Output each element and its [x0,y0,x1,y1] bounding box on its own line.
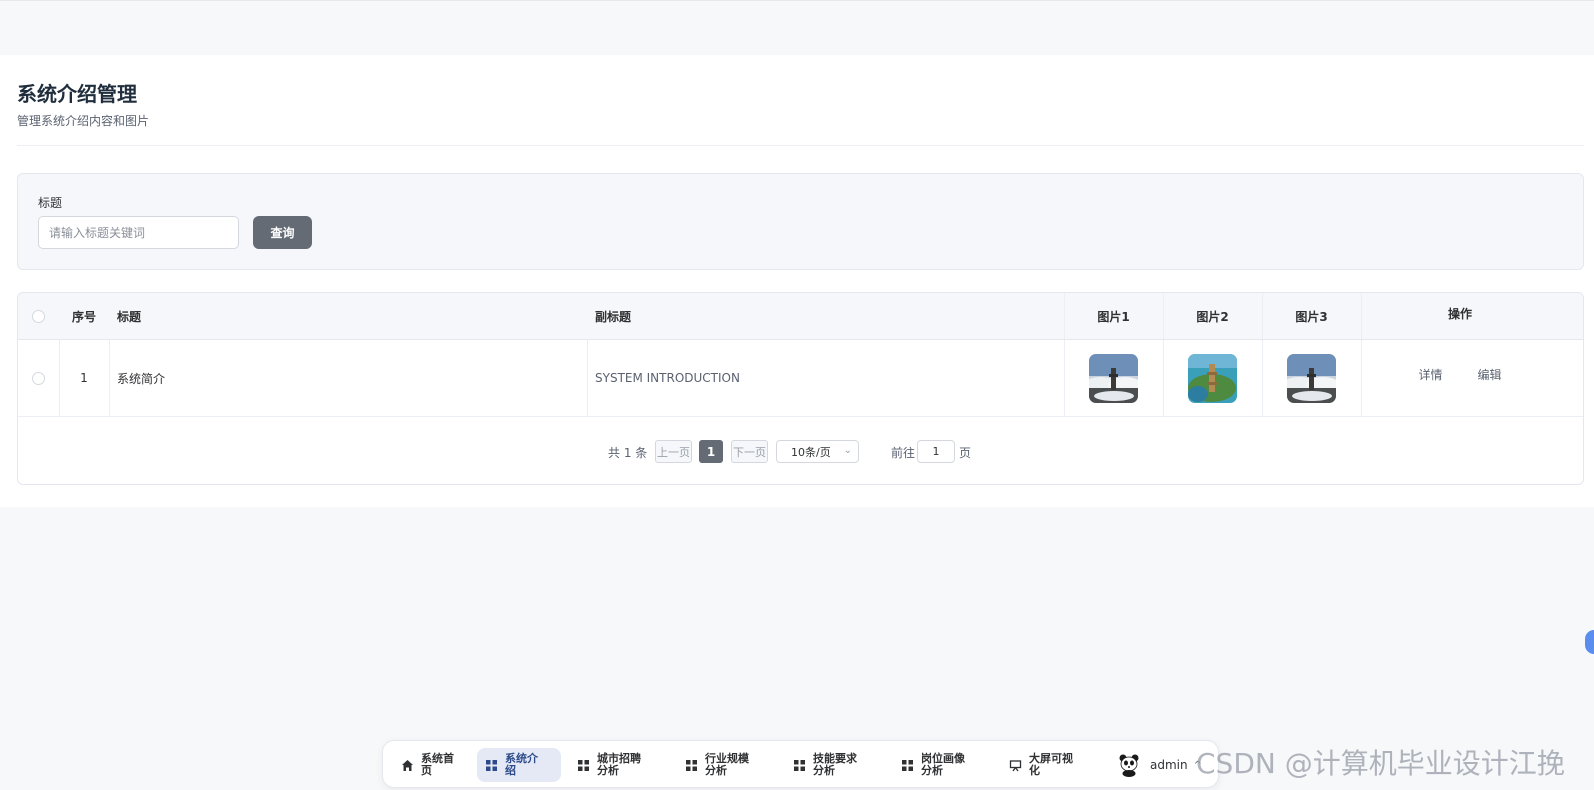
user-menu[interactable]: admin ^ [1118,750,1202,780]
search-panel: 标题 查询 [17,173,1584,270]
pic3-thumbnail[interactable] [1287,353,1336,403]
col-divider [1163,340,1164,416]
col-divider [1262,293,1263,339]
main-content: 系统介绍管理 管理系统介绍内容和图片 标题 查询 序号 标题 副标题 图片1 图… [0,55,1594,507]
nav-item-city-recruit[interactable]: 城市招聘分析 [569,748,653,782]
select-all-checkbox[interactable] [32,309,45,323]
col-divider [59,340,60,416]
pagination: 共 1 条 上一页 1 下一页 10条/页 ⌄ 前往 页 [18,417,1583,484]
pagination-total: 共 1 条 [608,446,648,460]
avatar [1119,754,1139,777]
grid-icon [578,759,589,771]
row-checkbox[interactable] [32,371,45,385]
page-size-select[interactable]: 10条/页 ⌄ [776,440,859,463]
select-all-cell [18,293,59,339]
pic2-thumbnail[interactable] [1188,353,1237,403]
col-divider [1361,340,1362,416]
home-icon [402,759,413,771]
current-page[interactable]: 1 [699,440,723,463]
header-pic2: 图片2 [1196,309,1229,324]
nav-label: 系统介绍 [505,752,538,777]
col-divider [1064,340,1065,416]
nav-label: 行业规模分析 [705,752,749,777]
row-subtitle: SYSTEM INTRODUCTION [595,371,740,385]
nav-item-system-intro[interactable]: 系统介绍 [477,748,561,782]
edit-link[interactable]: 编辑 [1478,366,1502,383]
page-subtitle: 管理系统介绍内容和图片 [17,114,150,128]
row-actions: 详情 编辑 [1361,340,1559,416]
col-divider [587,340,588,416]
col-divider [1163,293,1164,339]
header-pic3: 图片3 [1295,309,1328,324]
row-title: 系统简介 [117,371,166,386]
nav-label: 城市招聘分析 [597,752,641,777]
page-size-value: 10条/页 [791,445,831,459]
divider [17,145,1584,146]
goto-page-input[interactable] [917,440,955,463]
nav-label: 岗位画像分析 [921,752,965,777]
row-pic1-cell [1064,340,1163,416]
next-page-button[interactable]: 下一页 [731,440,768,463]
table-row: 1 系统简介 SYSTEM INTRODUCTION 详情 编辑 [18,340,1583,417]
prev-page-button[interactable]: 上一页 [655,440,692,463]
nav-item-big-screen[interactable]: 大屏可视化 [1001,748,1085,782]
header-subtitle: 副标题 [595,309,632,324]
col-divider [1361,293,1362,339]
header-actions: 操作 [1447,307,1472,321]
search-button[interactable]: 查询 [253,216,312,249]
col-divider [1064,293,1065,339]
page-title: 系统介绍管理 [17,82,137,106]
nav-item-job-profile[interactable]: 岗位画像分析 [893,748,977,782]
grid-icon [686,759,697,771]
row-pic3-cell [1262,340,1361,416]
nav-item-skill-requirements[interactable]: 技能要求分析 [785,748,869,782]
detail-link[interactable]: 详情 [1418,366,1442,383]
nav-item-industry-scale[interactable]: 行业规模分析 [677,748,761,782]
bottom-nav: 系统首页 系统介绍 城市招聘分析 行业规模分析 技能要求分析 岗位画像分析 大屏… [382,740,1219,788]
table-header: 序号 标题 副标题 图片1 图片2 图片3 操作 [18,293,1583,340]
header-index: 序号 [71,309,96,324]
goto-label: 前往 [891,446,916,460]
row-pic2-cell [1163,340,1262,416]
nav-label: 大屏可视化 [1029,752,1073,777]
row-select-cell [18,340,59,416]
row-index: 1 [80,371,88,385]
data-table: 序号 标题 副标题 图片1 图片2 图片3 操作 1 系统简介 SYSTEM I… [17,292,1584,485]
top-bar [0,0,1594,55]
username: admin [1150,758,1188,772]
header-pic1: 图片1 [1097,309,1130,324]
grid-icon [486,759,497,771]
grid-icon [902,759,913,771]
screen-icon [1009,759,1022,771]
col-divider [109,340,110,416]
search-label: 标题 [38,196,63,210]
page-suffix: 页 [959,446,972,460]
watermark: CSDN @计算机毕业设计江挽 [1196,747,1565,780]
chevron-down-icon: ⌄ [843,445,852,456]
floating-assistant-button[interactable] [1585,630,1594,654]
grid-icon [794,759,805,771]
nav-label: 系统首页 [421,752,454,777]
nav-label: 技能要求分析 [813,752,857,777]
pic1-thumbnail[interactable] [1089,353,1138,403]
nav-item-home[interactable]: 系统首页 [393,748,469,782]
search-input[interactable] [38,216,239,249]
header-title: 标题 [117,309,142,324]
col-divider [1262,340,1263,416]
